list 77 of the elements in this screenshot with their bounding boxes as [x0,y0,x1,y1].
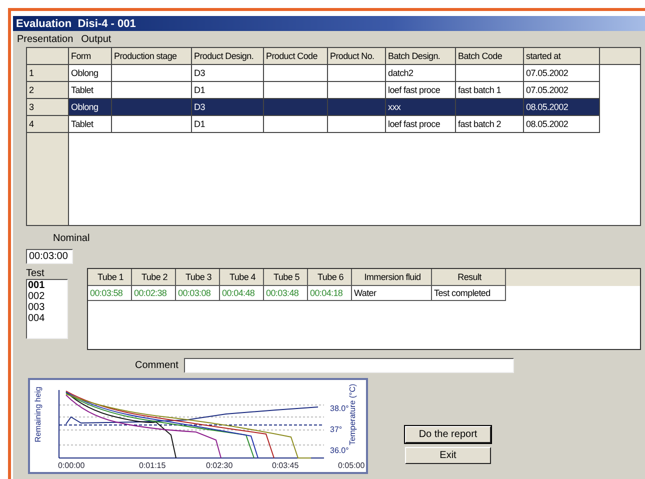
nominal-label: Nominal [53,233,91,244]
table-cell: Water [352,286,432,301]
table-cell: Oblong [69,99,112,116]
column-header[interactable]: Tube 2 [132,269,176,286]
column-header[interactable]: Production stage [112,48,192,65]
table-cell: fast batch 2 [456,116,524,133]
test-label: Test [26,268,46,279]
table-cell: loef fast proce [386,116,456,133]
axis-tick-label: 0:05:00 [338,461,365,470]
axis-tick-label: 0:00:00 [58,461,85,470]
table-cell: D1 [192,116,264,133]
table-cell [328,99,386,116]
axis-tick-label: 0:01:15 [139,461,166,470]
list-item[interactable]: 002 [27,291,67,302]
list-item[interactable]: 001 [27,280,67,291]
table-cell: D3 [192,99,264,116]
table-cell: 00:03:48 [264,286,308,301]
column-header[interactable]: Product No. [328,48,386,65]
table-cell [456,99,524,116]
table-cell: D1 [192,82,264,99]
axis-tick-label: 0:02:30 [206,461,233,470]
table-cell [456,65,524,82]
axis-tick-label: 38.0° [330,404,349,413]
table-cell [264,65,328,82]
table-cell [264,99,328,116]
column-header[interactable]: Tube 5 [264,269,308,286]
table-cell [328,116,386,133]
table-cell [328,65,386,82]
list-item[interactable]: 004 [27,313,67,324]
table-cell: Oblong [69,65,112,82]
table-cell: Tablet [69,82,112,99]
column-header[interactable]: Tube 3 [176,269,220,286]
window-title: Evaluation Disi-4 - 001 [13,16,645,31]
table-cell [328,82,386,99]
table-cell: 00:03:58 [88,286,132,301]
table-cell: datch2 [386,65,456,82]
table-cell: D3 [192,65,264,82]
menu-item[interactable]: Presentation [17,34,74,45]
column-header[interactable]: Tube 6 [308,269,352,286]
column-header[interactable]: Tube 4 [220,269,264,286]
nominal-field[interactable]: 00:03:00 [26,249,73,264]
column-header[interactable]: Product Code [264,48,328,65]
column-header[interactable]: Product Design. [192,48,264,65]
table-cell: fast batch 1 [456,82,524,99]
table-cell: 07.05.2002 [524,82,600,99]
axis-tick-label: 0:03:45 [272,461,299,470]
column-header[interactable]: Batch Code [456,48,524,65]
axis-tick-label: 37° [330,425,342,434]
table-cell: 00:03:08 [176,286,220,301]
table-cell: Test completed [432,286,506,301]
table-cell: 00:02:38 [132,286,176,301]
column-header[interactable]: Form [69,48,112,65]
comment-label: Comment [135,360,178,371]
test-list[interactable]: 001 002 003 004 [26,279,68,339]
column-header[interactable]: started at [524,48,600,65]
table-cell: 07.05.2002 [524,65,600,82]
dialog-button[interactable]: Exit [405,447,491,464]
table-cell [264,116,328,133]
column-header[interactable]: Result [432,269,506,286]
axis-tick-label: 36.0° [330,446,349,455]
column-header[interactable]: Immersion fluid [352,269,432,286]
table-cell: 08.05.2002 [524,116,600,133]
comment-field[interactable] [184,358,514,373]
list-item[interactable]: 003 [27,302,67,313]
table-cell [264,82,328,99]
axis-label: Temperature (°C) [348,384,358,446]
table-cell: xxx [386,99,456,116]
table-cell: Tablet [69,116,112,133]
axis-label: Remaining heig [33,386,42,442]
column-header[interactable]: Tube 1 [88,269,132,286]
menu-item[interactable]: Output [81,34,112,45]
table-cell: loef fast proce [386,82,456,99]
table-cell: 00:04:18 [308,286,352,301]
dialog-button[interactable]: Do the report [405,426,491,443]
column-header[interactable]: Batch Design. [386,48,456,65]
table-cell: 00:04:48 [220,286,264,301]
table-cell: 08.05.2002 [524,99,600,116]
